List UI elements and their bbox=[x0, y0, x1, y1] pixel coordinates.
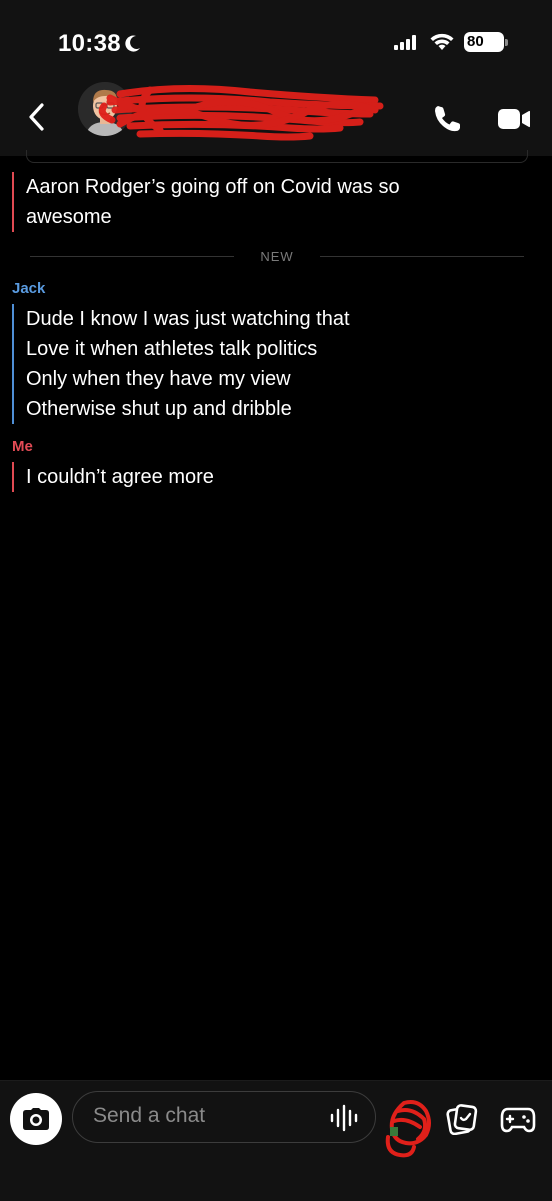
back-button[interactable] bbox=[22, 100, 50, 134]
battery-indicator: 80 bbox=[464, 32, 508, 52]
battery-level: 80 bbox=[464, 32, 504, 52]
wifi-icon bbox=[430, 33, 454, 50]
chat-input-placeholder: Send a chat bbox=[93, 1104, 206, 1127]
status-icons: 80 bbox=[394, 32, 508, 52]
gamepad-icon[interactable] bbox=[500, 1105, 536, 1135]
composer-bar: Send a chat bbox=[0, 1080, 552, 1201]
message-group-friend: Dude I know I was just watching that Lov… bbox=[12, 304, 350, 424]
top-bar: 10:38 80 bbox=[0, 0, 552, 156]
redaction-scribble bbox=[98, 84, 384, 141]
chat-header bbox=[0, 80, 552, 156]
message-line: Only when they have my view bbox=[26, 368, 291, 390]
camera-button[interactable] bbox=[10, 1093, 62, 1145]
sticker-icon[interactable] bbox=[382, 1097, 434, 1161]
message-group-earlier: Aaron Rodger’s going off on Covid was so… bbox=[12, 172, 400, 232]
message-group-me: I couldn’t agree more bbox=[12, 462, 214, 492]
message-line: Otherwise shut up and dribble bbox=[26, 398, 292, 420]
status-time: 10:38 bbox=[58, 30, 141, 58]
chat-input[interactable]: Send a chat bbox=[72, 1091, 376, 1143]
new-messages-divider: NEW bbox=[30, 248, 524, 264]
sender-name-friend: Jack bbox=[12, 280, 46, 297]
divider-line-right bbox=[319, 255, 524, 257]
chevron-left-icon bbox=[29, 103, 44, 131]
message-line: Dude I know I was just watching that bbox=[26, 308, 350, 330]
phone-icon bbox=[435, 106, 460, 132]
sender-name-me: Me bbox=[12, 438, 33, 455]
camera-icon bbox=[23, 1108, 49, 1130]
message-line: awesome bbox=[26, 206, 112, 228]
signal-icon bbox=[394, 35, 416, 50]
message-line: Love it when athletes talk politics bbox=[26, 338, 318, 360]
clock-text: 10:38 bbox=[58, 30, 121, 57]
call-button[interactable] bbox=[430, 102, 464, 136]
battery-cap bbox=[505, 38, 508, 46]
message-line: I couldn’t agree more bbox=[26, 466, 214, 488]
divider-label: NEW bbox=[260, 248, 294, 264]
video-call-button[interactable] bbox=[496, 104, 532, 134]
divider-line-left bbox=[30, 255, 235, 257]
video-camera-icon bbox=[498, 109, 530, 129]
memories-icon[interactable] bbox=[446, 1103, 478, 1135]
moon-icon bbox=[125, 35, 140, 52]
previous-message-frame bbox=[26, 150, 528, 163]
message-line: Aaron Rodger’s going off on Covid was so bbox=[26, 176, 400, 198]
voice-wave-icon[interactable] bbox=[329, 1104, 361, 1132]
